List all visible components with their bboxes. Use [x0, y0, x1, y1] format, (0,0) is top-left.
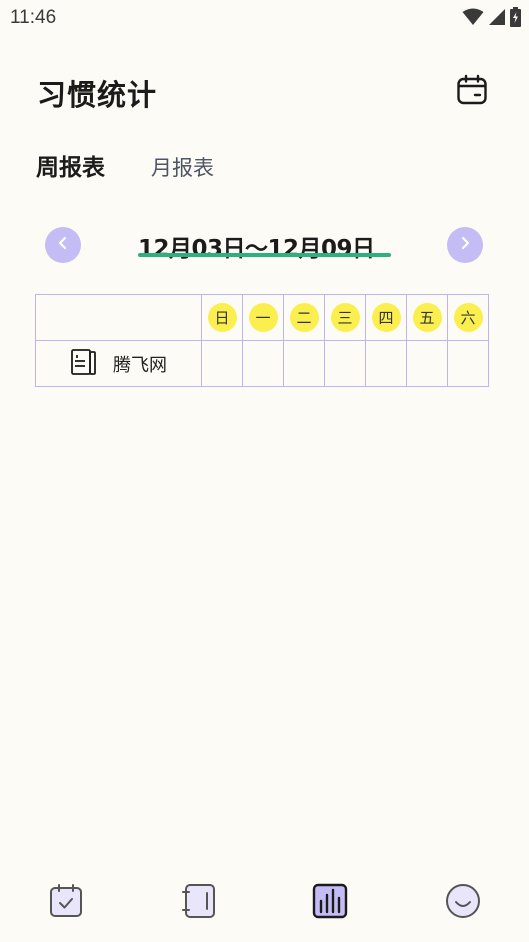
- bottom-nav: [0, 866, 529, 942]
- smile-icon: [445, 883, 481, 923]
- day-header-wed: 三: [324, 294, 366, 341]
- checkin-icon: [48, 883, 84, 923]
- status-icons: [462, 7, 521, 31]
- date-range-underline: [138, 253, 391, 257]
- header-corner-cell: [35, 294, 202, 341]
- calendar-button[interactable]: [454, 74, 490, 110]
- status-time: 11:46: [10, 7, 57, 28]
- habit-day-cell-mon[interactable]: [242, 340, 284, 387]
- page-title: 习惯统计: [37, 78, 158, 112]
- status-bar: 11:46: [0, 0, 529, 36]
- signal-icon: [488, 8, 506, 30]
- notebook-nav-icon: [181, 883, 217, 923]
- notebook-icon: [70, 348, 98, 380]
- day-label: 五: [412, 303, 442, 332]
- chevron-right-icon: [457, 235, 473, 255]
- day-label: 三: [330, 303, 360, 332]
- day-label: 六: [453, 303, 483, 332]
- day-header-sun: 日: [201, 294, 243, 341]
- chevron-left-icon: [55, 235, 71, 255]
- report-tabs: 周报表 月报表: [36, 148, 214, 182]
- prev-week-button[interactable]: [45, 227, 81, 263]
- day-header-fri: 五: [406, 294, 448, 341]
- habit-day-cell-fri[interactable]: [406, 340, 448, 387]
- nav-notebook[interactable]: [180, 884, 218, 922]
- nav-checkin[interactable]: [47, 884, 85, 922]
- day-label: 二: [289, 303, 319, 332]
- day-header-tue: 二: [283, 294, 325, 341]
- habit-name: 腾飞网: [113, 354, 167, 376]
- habit-day-cell-thu[interactable]: [365, 340, 407, 387]
- stats-icon: [312, 883, 348, 923]
- day-label: 一: [248, 303, 278, 332]
- table-header-row: 日 一 二 三 四 五 六: [35, 294, 489, 341]
- calendar-icon: [456, 74, 488, 110]
- day-label: 四: [371, 303, 401, 332]
- wifi-icon: [462, 8, 484, 30]
- day-label: 日: [207, 303, 237, 332]
- nav-stats[interactable]: [311, 883, 349, 923]
- habit-day-cell-tue[interactable]: [283, 340, 325, 387]
- next-week-button[interactable]: [447, 227, 483, 263]
- table-row: 腾飞网: [35, 340, 489, 387]
- nav-profile[interactable]: [444, 884, 482, 922]
- day-header-mon: 一: [242, 294, 284, 341]
- habit-day-cell-sat[interactable]: [447, 340, 489, 387]
- day-header-thu: 四: [365, 294, 407, 341]
- date-range: 12月03日～12月09日: [138, 236, 375, 262]
- tab-monthly[interactable]: 月报表: [151, 152, 214, 182]
- day-header-sat: 六: [447, 294, 489, 341]
- tab-weekly[interactable]: 周报表: [36, 148, 105, 182]
- habit-table: 日 一 二 三 四 五 六 腾飞网: [35, 294, 489, 387]
- habit-day-cell-sun[interactable]: [201, 340, 243, 387]
- habit-day-cell-wed[interactable]: [324, 340, 366, 387]
- habit-name-cell[interactable]: 腾飞网: [35, 340, 202, 387]
- battery-icon: [510, 7, 521, 31]
